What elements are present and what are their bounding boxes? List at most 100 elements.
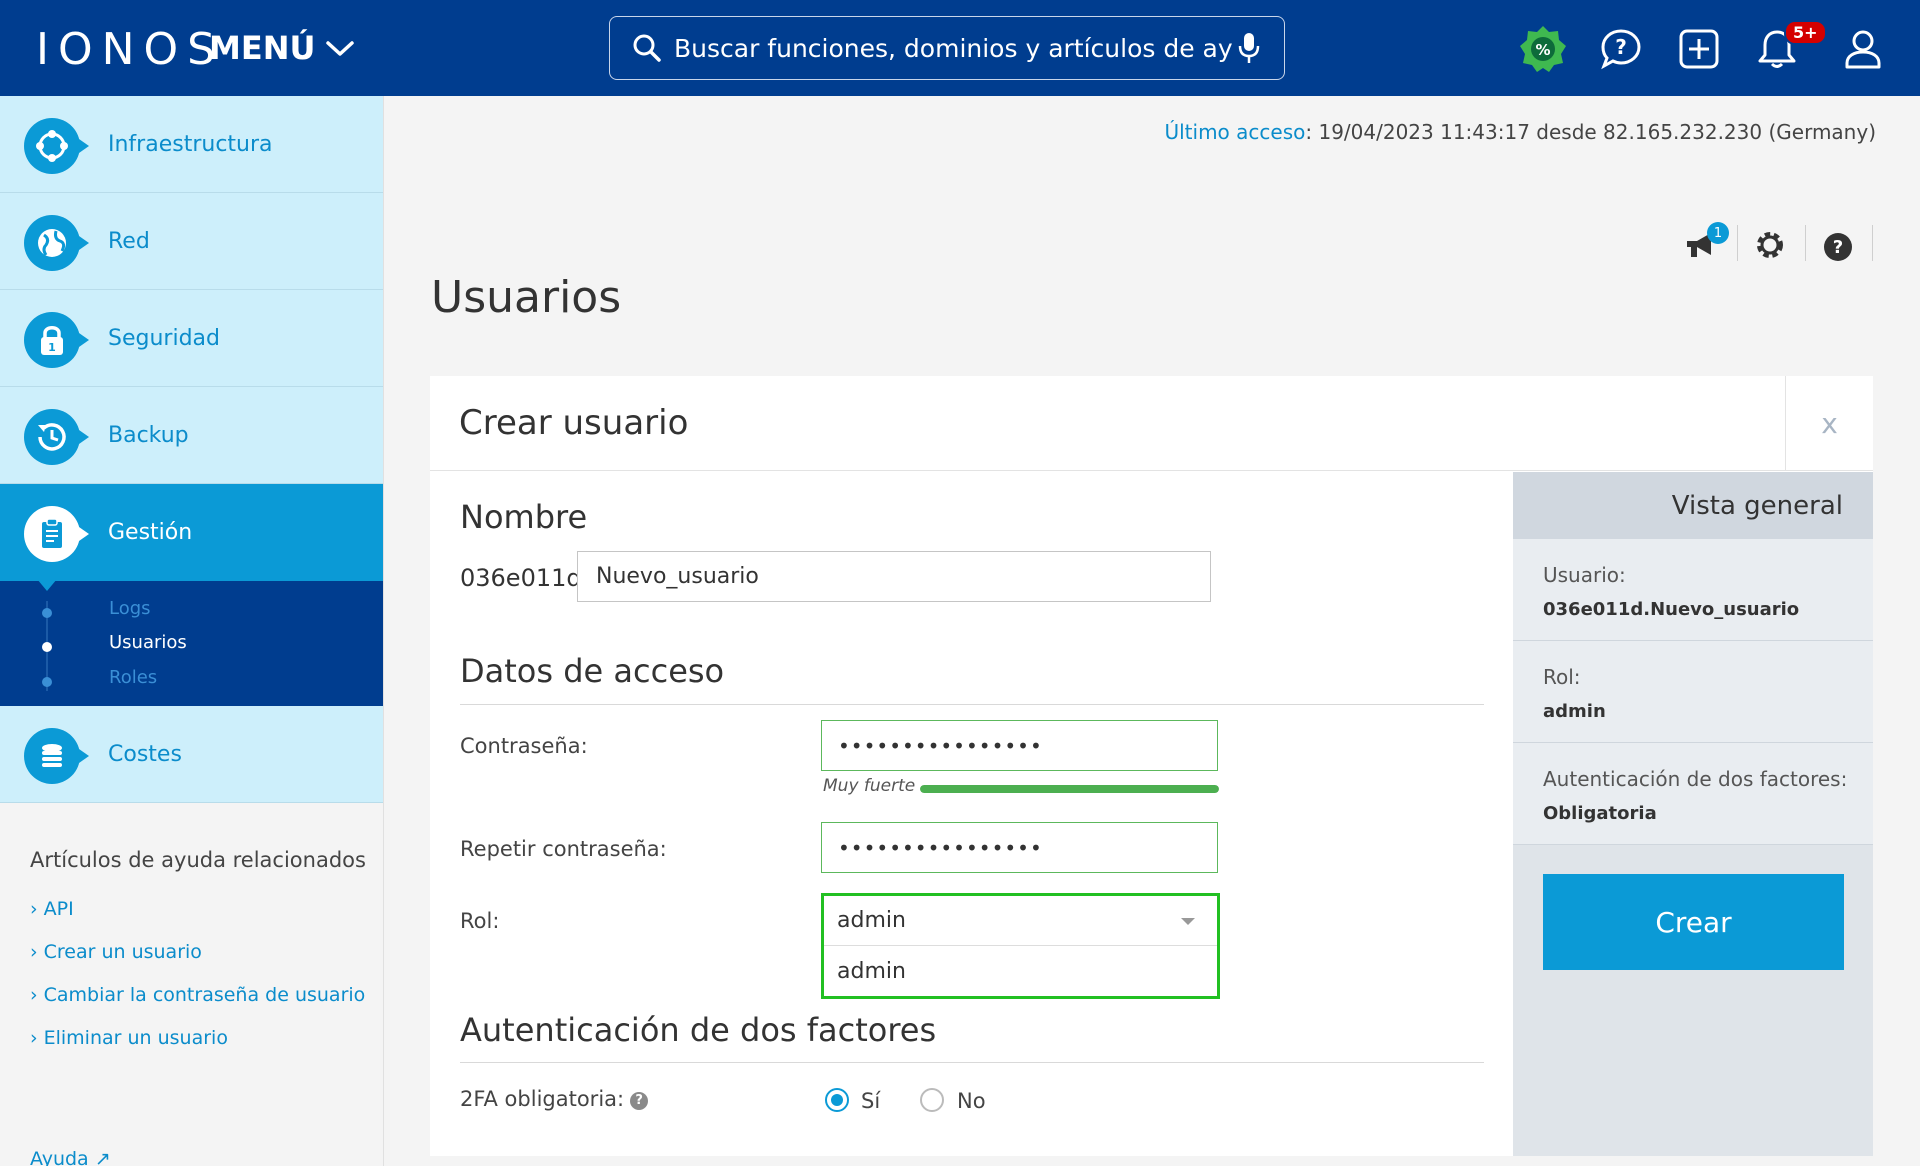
help-link-api[interactable]: › API	[30, 898, 74, 920]
sidebar: Infraestructura Red 1 Seguridad Backup G…	[0, 96, 384, 1166]
password-strength-bar	[920, 785, 1219, 793]
sidebar-item-label: Backup	[108, 422, 189, 448]
backup-clock-icon	[24, 409, 89, 465]
overview-user-label: Usuario:	[1543, 563, 1626, 587]
search-bar	[609, 16, 1285, 80]
network-globe-icon	[24, 215, 89, 271]
sidebar-item-costes[interactable]: Costes	[0, 706, 383, 803]
name-section-title: Nombre	[460, 498, 588, 536]
infrastructure-icon	[24, 118, 89, 174]
add-icon[interactable]	[1674, 24, 1724, 74]
help-link-label: Eliminar un usuario	[43, 1027, 228, 1049]
role-select[interactable]: admin admin	[821, 893, 1220, 999]
username-prefix: 036e011d.	[460, 564, 590, 592]
help-link-delete-user[interactable]: › Eliminar un usuario	[30, 1027, 228, 1049]
chevron-right-icon: ›	[30, 941, 38, 963]
twofa-label-text: 2FA obligatoria:	[460, 1087, 625, 1111]
password-input[interactable]	[821, 720, 1218, 771]
page-title: Usuarios	[431, 272, 622, 323]
help-footer-link[interactable]: Ayuda ↗	[30, 1148, 111, 1166]
access-section-title: Datos de acceso	[460, 652, 725, 690]
submenu-item-usuarios[interactable]: Usuarios	[109, 632, 187, 653]
chevron-down-icon	[326, 41, 355, 56]
clipboard-icon	[24, 506, 89, 562]
username-input[interactable]	[577, 551, 1211, 602]
panel-header: Crear usuario x	[430, 376, 1873, 471]
sidebar-item-label: Costes	[108, 741, 182, 767]
create-button[interactable]: Crear	[1543, 874, 1844, 970]
sidebar-item-backup[interactable]: Backup	[0, 387, 383, 484]
microphone-icon[interactable]	[1232, 28, 1266, 68]
last-access-info: Último acceso: 19/04/2023 11:43:17 desde…	[1164, 120, 1876, 144]
sidebar-item-label: Seguridad	[108, 325, 220, 351]
role-select-current[interactable]: admin	[824, 896, 1217, 946]
section-divider	[460, 704, 1484, 705]
twofa-label: 2FA obligatoria:?	[460, 1087, 649, 1111]
submenu-item-roles[interactable]: Roles	[109, 667, 157, 688]
close-button[interactable]: x	[1785, 376, 1873, 471]
menu-button[interactable]: MENÚ	[209, 29, 355, 67]
overview-role-value: admin	[1543, 701, 1606, 722]
repeat-password-input[interactable]	[821, 822, 1218, 873]
twofa-section-title: Autenticación de dos factores	[460, 1011, 937, 1049]
svg-text:?: ?	[1833, 237, 1843, 258]
help-link-change-password[interactable]: › Cambiar la contraseña de usuario	[30, 984, 365, 1006]
help-link-label: API	[43, 898, 74, 920]
overview-twofa-block: Autenticación de dos factores: Obligator…	[1513, 743, 1873, 845]
svg-text:1: 1	[48, 341, 56, 354]
overview-twofa-value: Obligatoria	[1543, 803, 1657, 824]
password-strength-fill	[920, 785, 1219, 793]
role-option-label: admin	[837, 959, 906, 984]
sidebar-item-label: Infraestructura	[108, 131, 273, 157]
sidebar-item-red[interactable]: Red	[0, 193, 383, 290]
help-link-label: Cambiar la contraseña de usuario	[43, 984, 366, 1006]
last-access-label[interactable]: Último acceso	[1164, 120, 1305, 144]
submenu-dot	[42, 677, 52, 687]
ionos-logo[interactable]: IONOS	[36, 24, 224, 75]
chevron-right-icon: ›	[30, 898, 38, 920]
overview-title: Vista general	[1513, 472, 1873, 539]
role-option[interactable]: admin	[824, 947, 1217, 996]
user-account-icon[interactable]	[1838, 24, 1888, 74]
password-strength-label: Muy fuerte	[823, 776, 916, 796]
help-icon[interactable]: ?	[1818, 227, 1858, 267]
gestion-submenu: Logs Usuarios Roles	[0, 579, 383, 706]
last-access-value: : 19/04/2023 11:43:17 desde 82.165.232.2…	[1305, 120, 1876, 144]
overview-twofa-label: Autenticación de dos factores:	[1543, 767, 1848, 791]
chevron-right-icon: ›	[30, 984, 38, 1006]
top-bar: IONOS MENÚ % ? 5+	[0, 0, 1920, 96]
chevron-right-icon: ›	[30, 1027, 38, 1049]
sidebar-item-gestion[interactable]: Gestión	[0, 484, 383, 581]
overview-panel: Vista general Usuario: 036e011d.Nuevo_us…	[1513, 472, 1873, 1156]
discount-badge-icon[interactable]: %	[1518, 24, 1568, 74]
question-icon[interactable]: ?	[630, 1092, 649, 1110]
submenu-dot	[42, 642, 52, 652]
overview-user-block: Usuario: 036e011d.Nuevo_usuario	[1513, 539, 1873, 641]
submenu-item-logs[interactable]: Logs	[109, 598, 151, 619]
gear-icon[interactable]	[1750, 225, 1790, 265]
help-link-create-user[interactable]: › Crear un usuario	[30, 941, 202, 963]
notification-count-badge: 5+	[1784, 20, 1827, 45]
caret-down-icon	[1181, 918, 1195, 925]
overview-user-value: 036e011d.Nuevo_usuario	[1543, 599, 1800, 620]
help-articles-title: Artículos de ayuda relacionados	[30, 848, 366, 872]
toolbar-divider	[1805, 225, 1806, 261]
twofa-yes-radio[interactable]	[825, 1088, 849, 1112]
search-input[interactable]	[674, 33, 1232, 63]
svg-text:%: %	[1535, 41, 1550, 59]
create-user-panel: Crear usuario x Nombre 036e011d. Datos d…	[430, 376, 1873, 1156]
submenu-dot	[42, 608, 52, 618]
section-divider	[460, 1062, 1484, 1063]
role-label: Rol:	[460, 909, 500, 933]
chat-help-icon[interactable]: ?	[1596, 24, 1646, 74]
help-link-label: Crear un usuario	[43, 941, 202, 963]
overview-role-block: Rol: admin	[1513, 641, 1873, 743]
sidebar-item-seguridad[interactable]: 1 Seguridad	[0, 290, 383, 387]
role-selected-value: admin	[837, 908, 906, 933]
svg-text:?: ?	[1615, 35, 1627, 59]
announcement-count-badge: 1	[1707, 222, 1729, 244]
twofa-no-radio[interactable]	[920, 1088, 944, 1112]
sidebar-item-label: Red	[108, 228, 150, 254]
twofa-yes-label: Sí	[861, 1089, 881, 1113]
sidebar-item-infraestructura[interactable]: Infraestructura	[0, 96, 383, 193]
